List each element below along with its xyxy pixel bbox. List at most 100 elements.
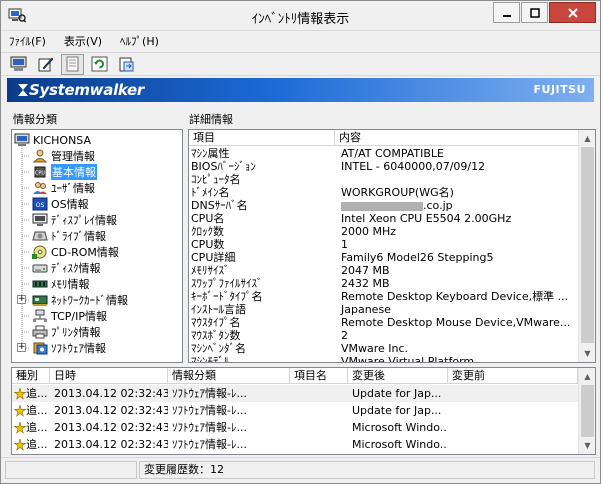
- detail-row[interactable]: ﾄﾞﾒｲﾝ名 WORKGROUP(WG名): [189, 186, 575, 199]
- network-card-expander[interactable]: +: [17, 295, 26, 304]
- main-window: ｲﾝﾍﾞﾝﾄﾘ情報表示 ﾌｧｲﾙ(F) 表示(V) ﾍﾙﾌﾟ(H) System…: [0, 0, 601, 484]
- edit-toolbar-button[interactable]: [34, 54, 57, 75]
- scroll-up-arrow-icon[interactable]: ▲: [579, 130, 595, 147]
- systemwalker-logo-icon: [18, 84, 28, 96]
- column-header-after[interactable]: 変更後: [348, 368, 448, 383]
- detail-row[interactable]: DNSｻｰﾊﾞ名 .co.jp: [189, 199, 575, 212]
- history-category-cell: ｿﾌﾄｳｪｱ情報-ﾚ...: [172, 387, 247, 400]
- column-header-datetime[interactable]: 日時: [50, 368, 168, 383]
- history-before-cell: [448, 385, 578, 402]
- users-icon: [33, 182, 47, 194]
- column-header-type[interactable]: 種別: [12, 368, 50, 383]
- detail-item-cell: ﾒﾓﾘｻｲｽﾞ: [191, 264, 230, 277]
- tree-item-disk[interactable]: ﾃﾞｨｽｸ情報: [32, 260, 101, 276]
- export-icon: [119, 57, 134, 72]
- detail-row[interactable]: ﾏｼﾝﾍﾞﾝﾀﾞ名 VMware Inc.: [189, 342, 575, 355]
- detail-row[interactable]: ｺﾝﾋﾟｭｰﾀ名: [189, 173, 575, 186]
- tree-section-label: 情報分類: [13, 113, 57, 126]
- tree-item-network-card[interactable]: ﾈｯﾄﾜｰｸｶｰﾄﾞ情報: [32, 292, 128, 308]
- new-item-star-icon: [13, 386, 27, 400]
- detail-item-cell: ﾄﾞﾒｲﾝ名: [191, 186, 230, 199]
- detail-row[interactable]: ｷｰﾎﾞｰﾄﾞﾀｲﾌﾟ名 Remote Desktop Keyboard Devi…: [189, 290, 575, 303]
- detail-value-cell: 1: [341, 238, 348, 251]
- tree-item-display[interactable]: ﾃﾞｨｽﾌﾟﾚｲ情報: [32, 212, 117, 228]
- history-type-cell: 追...: [12, 436, 50, 453]
- scroll-thumb[interactable]: [581, 147, 594, 343]
- detail-row[interactable]: ｲﾝｽﾄｰﾙ言語 Japanese: [189, 303, 575, 316]
- detail-row[interactable]: ﾏｼﾝ属性 AT/AT COMPATIBLE: [189, 147, 575, 160]
- printer-icon: [32, 325, 48, 339]
- product-banner: Systemwalker FUJITSU: [7, 78, 594, 102]
- detail-item-cell: ﾏｳｽﾀｲﾌﾟ名: [191, 316, 241, 329]
- software-icon: [33, 342, 48, 355]
- detail-row[interactable]: ﾏｼﾝﾓﾃﾞﾙ VMware Virtual Platform: [189, 355, 575, 362]
- history-scroll-up-arrow-icon[interactable]: ▲: [579, 368, 595, 385]
- tree-item-management[interactable]: 管理情報: [32, 148, 95, 164]
- menu-view[interactable]: 表示(V): [64, 33, 102, 49]
- history-row[interactable]: 追... 2013.04.12 02:32:43 ｿﾌﾄｳｪｱ情報-ﾚ... Micr…: [12, 436, 578, 453]
- history-row[interactable]: 追... 2013.04.12 02:32:43 ｿﾌﾄｳｪｱ情報-ﾚ... Upda…: [12, 402, 578, 419]
- cdrom-icon: [32, 245, 47, 259]
- computer-toolbar-button[interactable]: [7, 54, 30, 75]
- detail-row[interactable]: CPU数 1: [189, 238, 575, 251]
- tree-item-memory[interactable]: ﾒﾓﾘ情報: [32, 276, 90, 292]
- tree-item-drive[interactable]: ﾄﾞﾗｲﾌﾞ情報: [32, 228, 106, 244]
- detail-item-cell: ﾏｼﾝﾍﾞﾝﾀﾞ名: [191, 342, 246, 355]
- history-before-cell: [448, 402, 578, 419]
- menu-file[interactable]: ﾌｧｲﾙ(F): [9, 33, 46, 49]
- detail-item-cell: ｽﾜｯﾌﾟﾌｧｲﾙｻｲｽﾞ: [191, 277, 263, 290]
- maximize-button[interactable]: [521, 2, 548, 23]
- scroll-down-arrow-icon[interactable]: ▼: [579, 345, 595, 362]
- history-item-cell: [290, 436, 348, 453]
- detail-row[interactable]: BIOSﾊﾞｰｼﾞｮﾝ INTEL - 6040000,07/09/12: [189, 160, 575, 173]
- detail-value-cell: [335, 173, 575, 186]
- column-header-before[interactable]: 変更前: [448, 368, 578, 383]
- column-header-item-name[interactable]: 項目名: [290, 368, 348, 383]
- network-icon: [33, 309, 47, 322]
- close-button[interactable]: [549, 2, 596, 23]
- detail-row[interactable]: CPU詳細 Family6 Model26 Stepping5: [189, 251, 575, 264]
- detail-grid[interactable]: 項目 内容 ﾏｼﾝ属性 AT/AT COMPATIBLE BIOSﾊﾞｰｼﾞｮﾝ IN…: [188, 129, 596, 363]
- detail-section-label: 詳細情報: [189, 113, 233, 126]
- category-tree[interactable]: KICHONSA 管理情報 CPU 基本情報 ﾕｰｻﾞ情報 OS OS情報 ﾃﾞ…: [11, 129, 183, 363]
- history-row[interactable]: 追... 2013.04.12 02:32:43 ｿﾌﾄｳｪｱ情報-ﾚ... Micr…: [12, 419, 578, 436]
- document-toolbar-button[interactable]: [61, 53, 84, 75]
- menu-help[interactable]: ﾍﾙﾌﾟ(H): [120, 33, 159, 49]
- history-type-cell: 追...: [12, 402, 50, 419]
- detail-value-cell: Intel Xeon CPU E5504 2.00GHz: [341, 212, 512, 225]
- history-list[interactable]: 種別 日時 情報分類 項目名 変更後 変更前 追... 2013.04.12 02…: [11, 367, 596, 455]
- detail-row[interactable]: ｸﾛｯｸ数 2000 MHz: [189, 225, 575, 238]
- history-row[interactable]: 追... 2013.04.12 02:32:43 ｿﾌﾄｳｪｱ情報-ﾚ... Upda…: [12, 385, 578, 402]
- software-expander[interactable]: +: [17, 343, 26, 352]
- svg-text:CPU: CPU: [35, 171, 46, 177]
- detail-row[interactable]: ｽﾜｯﾌﾟﾌｧｲﾙｻｲｽﾞ 2432 MB: [189, 277, 575, 290]
- history-scroll-thumb[interactable]: [581, 385, 594, 437]
- column-header-category[interactable]: 情報分類: [168, 368, 290, 383]
- user-icon: [32, 149, 48, 163]
- detail-row[interactable]: ﾒﾓﾘｻｲｽﾞ 2047 MB: [189, 264, 575, 277]
- minimize-button[interactable]: [493, 2, 520, 23]
- tree-item-software[interactable]: ｿﾌﾄｳｪｱ情報: [32, 340, 106, 356]
- tree-item-user[interactable]: ﾕｰｻﾞ情報: [32, 180, 95, 196]
- refresh-toolbar-button[interactable]: [88, 54, 111, 75]
- detail-row[interactable]: ﾏｳｽﾀｲﾌﾟ名 Remote Desktop Mouse Device,VMwa…: [189, 316, 575, 329]
- tree-item-basic[interactable]: CPU 基本情報: [32, 164, 97, 180]
- history-type-text: 追...: [26, 387, 48, 400]
- detail-row[interactable]: CPU名 Intel Xeon CPU E5504 2.00GHz: [189, 212, 575, 225]
- minimize-icon: [502, 14, 511, 17]
- history-scrollbar[interactable]: ▲ ▼: [578, 368, 595, 454]
- column-header-value[interactable]: 内容: [335, 130, 578, 146]
- tree-item-cdrom[interactable]: CD-ROM情報: [32, 244, 119, 260]
- detail-scrollbar[interactable]: ▲ ▼: [578, 130, 595, 362]
- tree-item-os[interactable]: OS OS情報: [32, 196, 89, 212]
- toolbar: [1, 52, 600, 76]
- tree-item-tcpip[interactable]: TCP/IP情報: [32, 308, 107, 324]
- column-header-item[interactable]: 項目: [189, 130, 335, 146]
- history-header: 種別 日時 情報分類 項目名 変更後 変更前: [12, 368, 578, 384]
- history-scroll-down-arrow-icon[interactable]: ▼: [579, 437, 595, 454]
- tree-item-printer[interactable]: ﾌﾟﾘﾝﾀ情報: [32, 324, 101, 340]
- history-type-text: 追...: [26, 404, 48, 417]
- detail-row[interactable]: ﾏｳｽﾎﾞﾀﾝ数 2: [189, 329, 575, 342]
- export-toolbar-button[interactable]: [115, 54, 138, 75]
- history-after-cell: Microsoft Windo...: [352, 438, 448, 451]
